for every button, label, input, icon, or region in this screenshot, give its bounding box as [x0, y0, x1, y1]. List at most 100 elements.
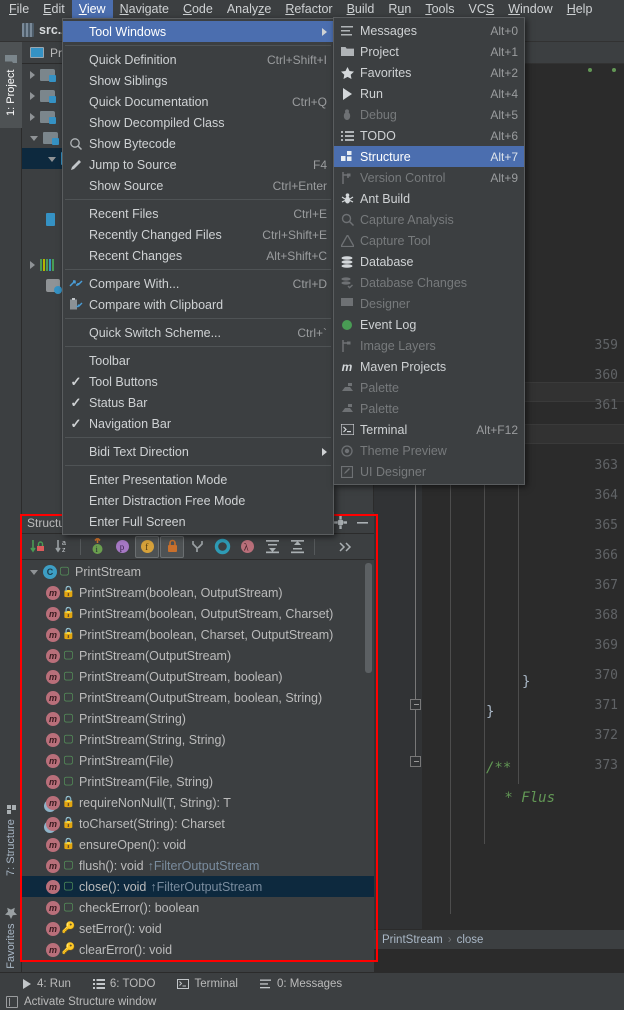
hide-panel-icon[interactable] — [352, 515, 372, 531]
chevron-down-icon[interactable] — [48, 157, 56, 162]
bottom-item-todo[interactable]: 6: TODO — [93, 978, 156, 990]
sidebar-item-project[interactable]: 1: Project — [0, 42, 22, 128]
sort-by-visibility-icon[interactable] — [26, 536, 50, 558]
menu-file[interactable]: File — [2, 0, 36, 18]
menu-item-enter-full-screen[interactable]: Enter Full Screen — [63, 511, 333, 532]
menu-item-compare-with[interactable]: Compare With... Ctrl+D — [63, 273, 333, 294]
show-fields-icon[interactable]: f — [135, 536, 159, 558]
structure-tree-row[interactable]: m🔒PrintStream(boolean, OutputStream) — [22, 582, 374, 603]
overflow-chevrons-icon[interactable] — [333, 536, 357, 558]
show-lambdas-icon[interactable]: λ — [235, 536, 259, 558]
structure-row-label: PrintStream(boolean, OutputStream, Chars… — [79, 607, 333, 621]
menu-help[interactable]: Help — [560, 0, 600, 18]
structure-tree-row[interactable]: m▢flush(): void↑FilterOutputStream — [22, 855, 374, 876]
menu-vcs[interactable]: VCS — [462, 0, 502, 18]
collapse-all-icon[interactable] — [285, 536, 309, 558]
structure-tree-row[interactable]: m▢PrintStream(String) — [22, 708, 374, 729]
menu-item-status-bar[interactable]: ✓ Status Bar — [63, 392, 333, 413]
menu-item-compare-with-clipboard[interactable]: Compare with Clipboard — [63, 294, 333, 315]
chevron-right-icon[interactable] — [30, 113, 35, 121]
menu-item-favorites[interactable]: Favorites Alt+2 — [334, 62, 524, 83]
menu-item-todo[interactable]: TODO Alt+6 — [334, 125, 524, 146]
menu-item-recently-changed-files[interactable]: Recently Changed Files Ctrl+Shift+E — [63, 224, 333, 245]
structure-tree-row[interactable]: m🔑clearError(): void — [22, 939, 374, 960]
menu-item-toolbar[interactable]: Toolbar — [63, 350, 333, 371]
menu-analyze[interactable]: Analyze — [220, 0, 278, 18]
menu-code[interactable]: Code — [176, 0, 220, 18]
expand-all-icon[interactable] — [260, 536, 284, 558]
structure-tree-row[interactable]: m▢PrintStream(File, String) — [22, 771, 374, 792]
show-properties-icon[interactable]: p — [110, 536, 134, 558]
menu-run[interactable]: Run — [381, 0, 418, 18]
show-anonymous-icon[interactable] — [185, 536, 209, 558]
menu-edit[interactable]: Edit — [36, 0, 72, 18]
structure-tree-row-selected[interactable]: m▢close(): void↑FilterOutputStream — [22, 876, 374, 897]
chevron-down-icon[interactable] — [30, 136, 38, 141]
structure-tree-row[interactable]: m▢PrintStream(String, String) — [22, 729, 374, 750]
inspection-marker[interactable] — [612, 68, 616, 72]
menu-item-show-decompiled-class[interactable]: Show Decompiled Class — [63, 112, 333, 133]
menu-item-enter-presentation-mode[interactable]: Enter Presentation Mode — [63, 469, 333, 490]
group-by-interface-icon[interactable] — [210, 536, 234, 558]
sort-alphabetically-icon[interactable]: az — [51, 536, 75, 558]
menu-tools[interactable]: Tools — [418, 0, 461, 18]
show-inherited-icon[interactable]: i — [85, 536, 109, 558]
structure-tree-row-class[interactable]: C ▢ PrintStream — [22, 561, 374, 582]
structure-scrollbar[interactable] — [365, 563, 372, 673]
bottom-item-messages[interactable]: 0: Messages — [260, 978, 342, 990]
structure-tree-row[interactable]: m🔑setError(): void — [22, 918, 374, 939]
menu-view[interactable]: View — [72, 0, 113, 18]
menu-item-recent-changes[interactable]: Recent Changes Alt+Shift+C — [63, 245, 333, 266]
structure-tree-row[interactable]: m🔒ensureOpen(): void — [22, 834, 374, 855]
structure-tree-row[interactable]: m▢PrintStream(OutputStream, boolean, Str… — [22, 687, 374, 708]
structure-tree[interactable]: C ▢ PrintStream m🔒PrintStream(boolean, O… — [22, 561, 374, 967]
menu-item-messages[interactable]: Messages Alt+0 — [334, 20, 524, 41]
menu-item-event-log[interactable]: Event Log — [334, 314, 524, 335]
menu-item-show-source[interactable]: Show Source Ctrl+Enter — [63, 175, 333, 196]
menu-item-run[interactable]: Run Alt+4 — [334, 83, 524, 104]
chevron-down-icon[interactable] — [30, 570, 38, 575]
menu-item-tool-buttons[interactable]: ✓ Tool Buttons — [63, 371, 333, 392]
menu-item-terminal[interactable]: Terminal Alt+F12 — [334, 419, 524, 440]
chevron-right-icon[interactable] — [30, 71, 35, 79]
structure-tree-row[interactable]: m🔒toCharset(String): Charset — [22, 813, 374, 834]
bottom-item-run[interactable]: 4: Run — [22, 978, 71, 990]
menu-item-quick-definition[interactable]: Quick Definition Ctrl+Shift+I — [63, 49, 333, 70]
breadcrumb-class[interactable]: PrintStream — [382, 934, 443, 946]
menu-item-enter-distraction-free-mode[interactable]: Enter Distraction Free Mode — [63, 490, 333, 511]
menu-item-database[interactable]: Database — [334, 251, 524, 272]
code-fold-toggle[interactable] — [410, 756, 421, 767]
menu-item-maven-projects[interactable]: m Maven Projects — [334, 356, 524, 377]
structure-tree-row[interactable]: m▢PrintStream(OutputStream) — [22, 645, 374, 666]
structure-tree-row[interactable]: m▢checkError(): boolean — [22, 897, 374, 918]
menu-item-ant-build[interactable]: Ant Build — [334, 188, 524, 209]
inspection-marker[interactable] — [588, 68, 592, 72]
chevron-right-icon[interactable] — [30, 92, 35, 100]
menu-item-structure[interactable]: Structure Alt+7 — [334, 146, 524, 167]
menu-item-jump-to-source[interactable]: Jump to Source F4 — [63, 154, 333, 175]
menu-refactor[interactable]: Refactor — [278, 0, 339, 18]
code-fold-toggle[interactable] — [410, 699, 421, 710]
structure-tree-row[interactable]: m🔒requireNonNull(T, String): T — [22, 792, 374, 813]
breadcrumb-method[interactable]: close — [457, 934, 484, 946]
sidebar-item-structure[interactable]: 7: Structure — [0, 792, 22, 888]
menu-item-tool-windows[interactable]: Tool Windows — [63, 21, 333, 42]
menu-item-quick-documentation[interactable]: Quick Documentation Ctrl+Q — [63, 91, 333, 112]
menu-item-show-bytecode[interactable]: Show Bytecode — [63, 133, 333, 154]
menu-window[interactable]: Window — [501, 0, 559, 18]
menu-item-recent-files[interactable]: Recent Files Ctrl+E — [63, 203, 333, 224]
show-non-public-icon[interactable] — [160, 536, 184, 558]
menu-item-project[interactable]: Project Alt+1 — [334, 41, 524, 62]
bottom-item-terminal[interactable]: Terminal — [177, 978, 237, 990]
menu-item-show-siblings[interactable]: Show Siblings — [63, 70, 333, 91]
menu-item-bidi-text-direction[interactable]: Bidi Text Direction — [63, 441, 333, 462]
menu-navigate[interactable]: Navigate — [113, 0, 176, 18]
menu-build[interactable]: Build — [340, 0, 382, 18]
structure-tree-row[interactable]: m▢PrintStream(OutputStream, boolean) — [22, 666, 374, 687]
chevron-right-icon[interactable] — [30, 261, 35, 269]
menu-item-quick-switch-scheme[interactable]: Quick Switch Scheme... Ctrl+` — [63, 322, 333, 343]
structure-tree-row[interactable]: m▢PrintStream(File) — [22, 750, 374, 771]
structure-tree-row[interactable]: m🔒PrintStream(boolean, Charset, OutputSt… — [22, 624, 374, 645]
structure-tree-row[interactable]: m🔒PrintStream(boolean, OutputStream, Cha… — [22, 603, 374, 624]
menu-item-navigation-bar[interactable]: ✓ Navigation Bar — [63, 413, 333, 434]
